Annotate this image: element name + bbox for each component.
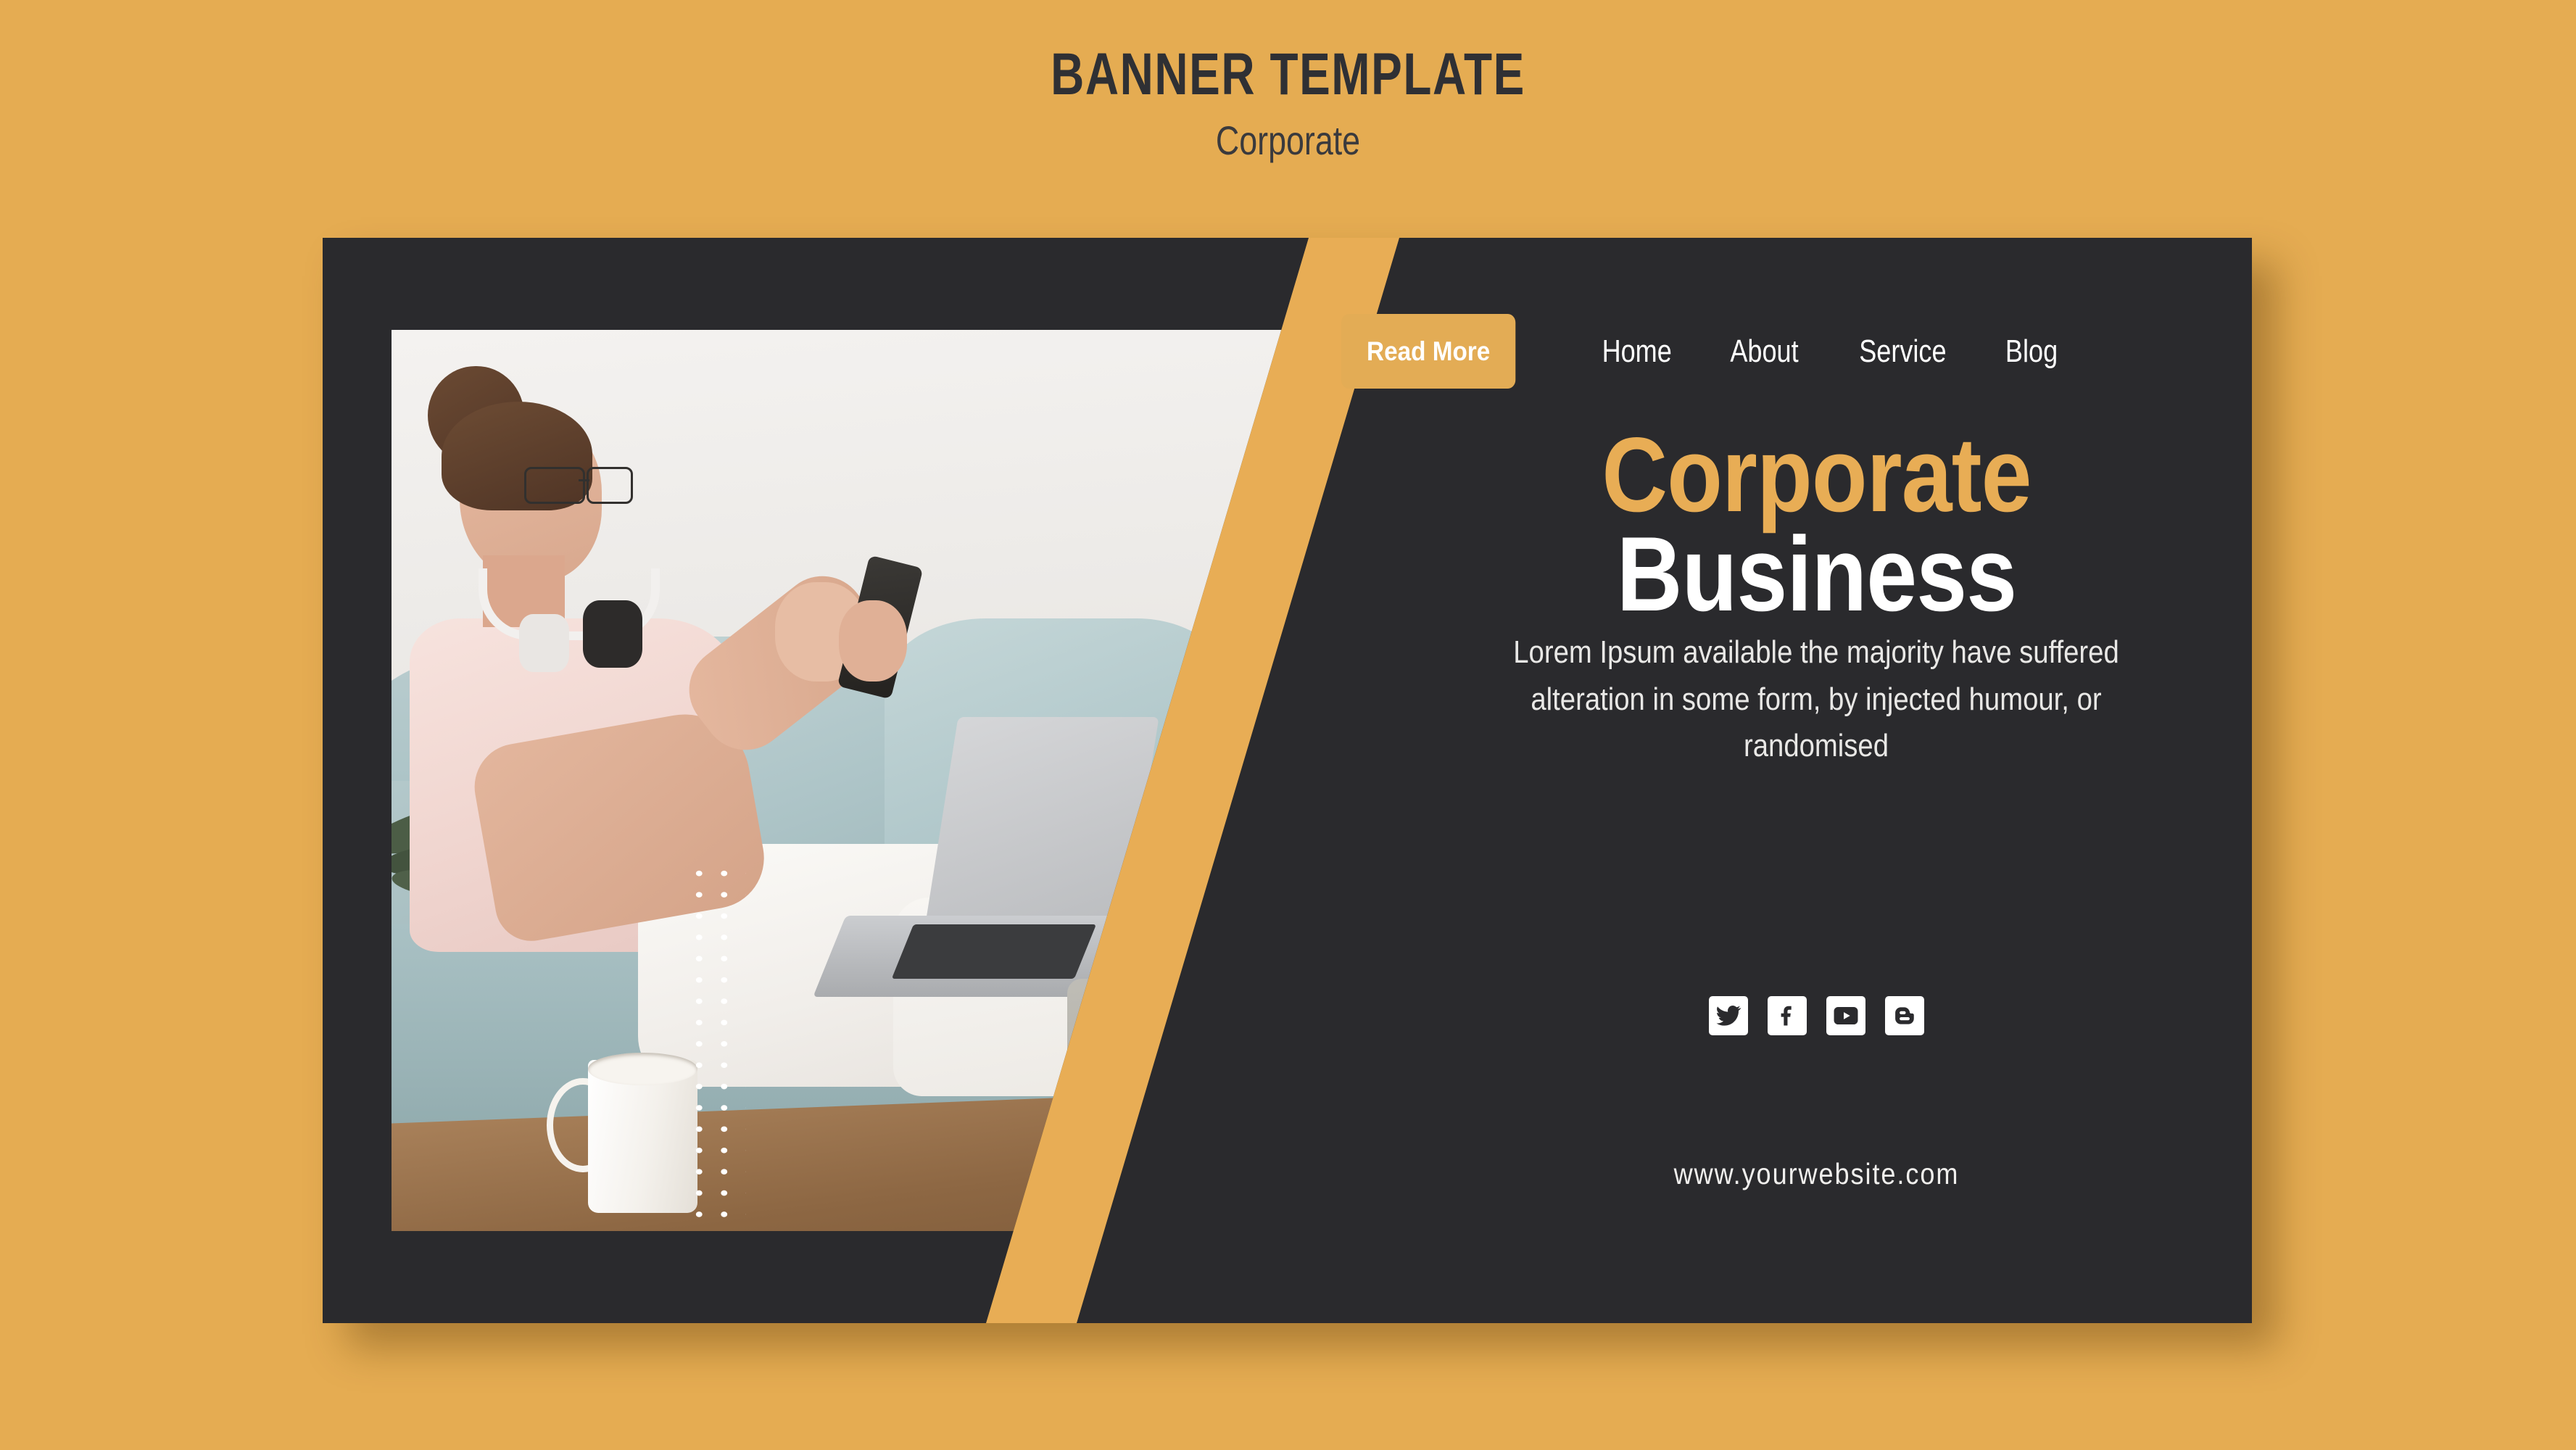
social-links-row	[1381, 996, 2252, 1035]
photo-glasses-lens	[523, 466, 585, 504]
nav-link-service[interactable]: Service	[1860, 334, 1947, 370]
hero-photo	[392, 330, 1304, 1231]
description-text: Lorem Ipsum available the majority have …	[1513, 634, 2119, 764]
photo-laptop-keyboard	[891, 924, 1096, 979]
youtube-icon[interactable]	[1826, 996, 1865, 1035]
nav-link-home[interactable]: Home	[1602, 334, 1672, 370]
website-url[interactable]: www.yourwebsite.com	[1433, 1157, 2200, 1191]
nav-links: Home About Service Blog	[1594, 334, 2063, 370]
page-title: BANNER TEMPLATE	[1051, 41, 1525, 107]
dot-grid-decoration	[684, 860, 746, 1222]
photo-headphones-earcup	[519, 613, 570, 673]
navigation-row: Read More Home About Service Blog	[1341, 314, 2063, 389]
headline-line-1: Corporate	[1602, 415, 2032, 534]
page-subtitle: Corporate	[1215, 117, 1361, 163]
headline-block: Corporate Business	[1381, 415, 2252, 634]
banner-card: Read More Home About Service Blog Corpor…	[323, 238, 2252, 1323]
photo-glasses-bridge	[579, 479, 590, 482]
blogger-icon[interactable]	[1885, 996, 1924, 1035]
banner-header: BANNER TEMPLATE Corporate	[0, 0, 2576, 218]
twitter-icon[interactable]	[1709, 996, 1748, 1035]
nav-link-blog[interactable]: Blog	[2005, 334, 2058, 370]
photo-headphones-earcup	[583, 600, 643, 668]
nav-link-about[interactable]: About	[1731, 334, 1799, 370]
headline-line-2: Business	[1616, 515, 2017, 634]
photo-person-hand	[838, 600, 908, 682]
photo-mug-rim	[587, 1052, 697, 1085]
card-content: Read More Home About Service Blog Corpor…	[1341, 238, 2252, 1323]
photo-glasses-lens	[587, 466, 634, 504]
facebook-icon[interactable]	[1768, 996, 1807, 1035]
read-more-button[interactable]: Read More	[1341, 314, 1516, 389]
